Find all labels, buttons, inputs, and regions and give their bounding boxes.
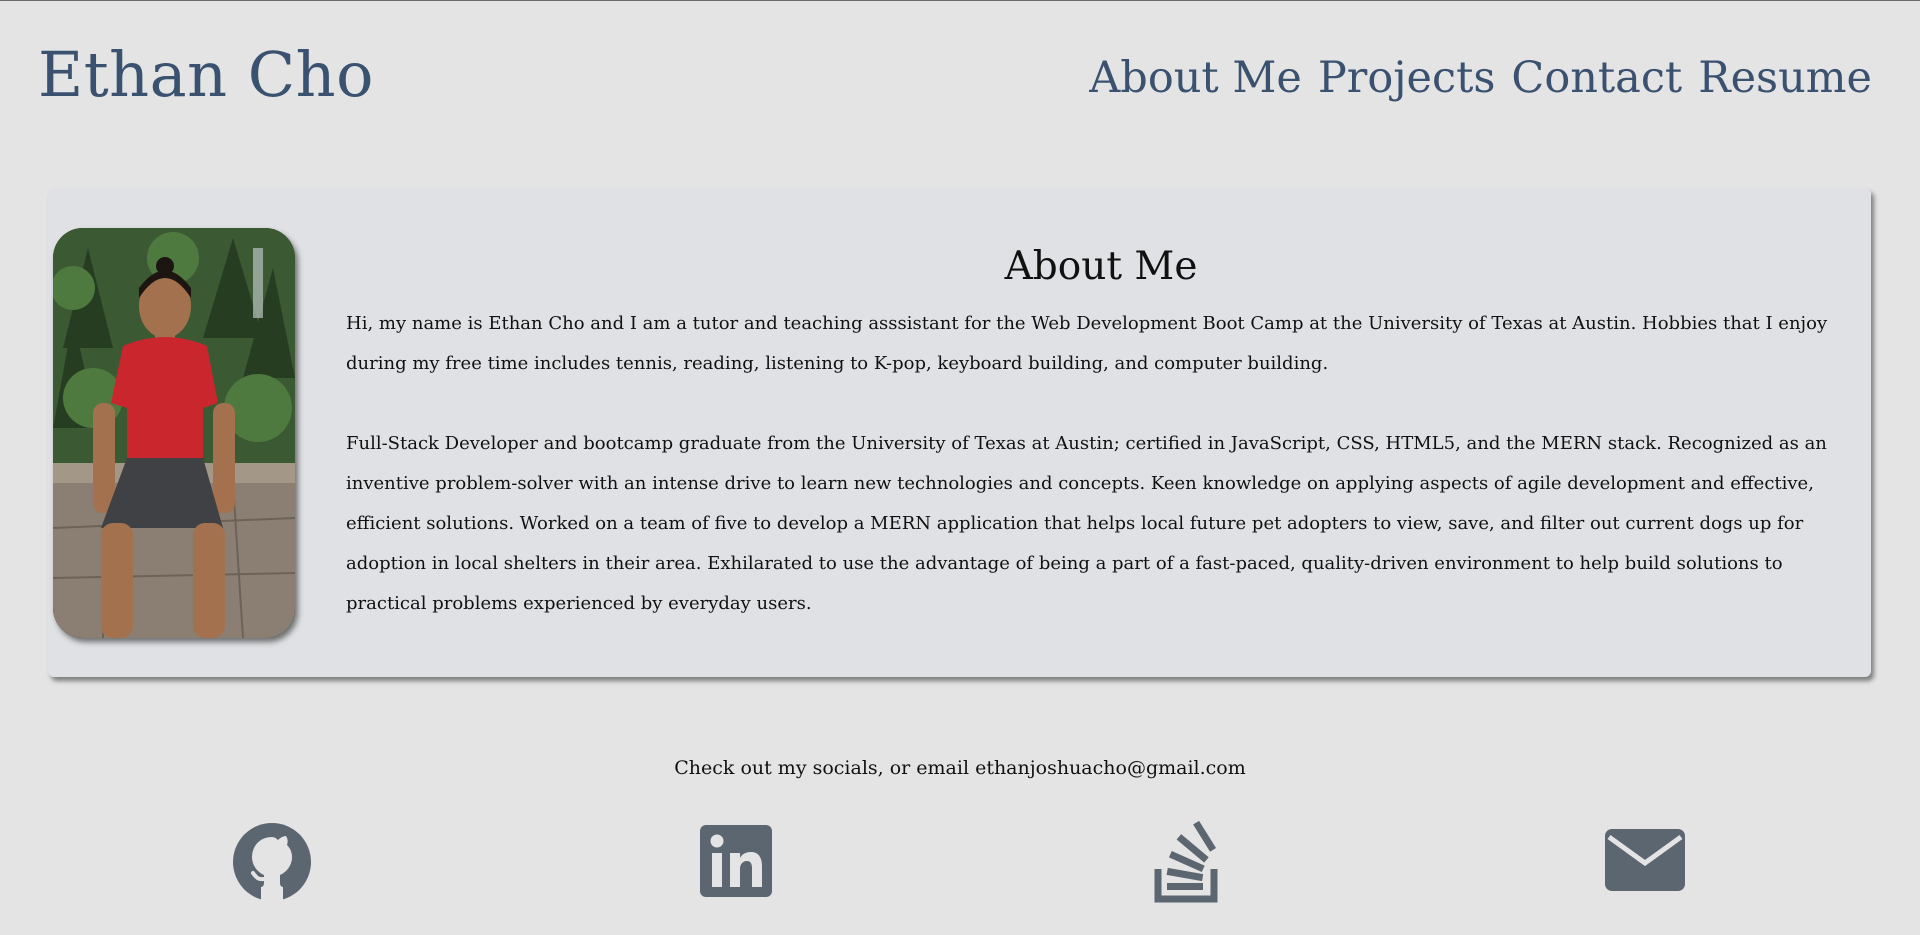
github-icon[interactable] <box>227 817 317 907</box>
nav-projects-link[interactable]: Projects <box>1318 51 1496 105</box>
envelope-icon[interactable] <box>1600 817 1690 907</box>
nav-resume-link[interactable]: Resume <box>1698 51 1872 105</box>
about-paragraph-intro: Hi, my name is Ethan Cho and I am a tuto… <box>346 313 1828 374</box>
nav-about-me-link[interactable]: About Me <box>1089 51 1302 105</box>
nav-contact-link[interactable]: Contact <box>1511 51 1682 105</box>
site-header: Ethan Cho About Me Projects Contact Resu… <box>0 1 1920 141</box>
linkedin-icon[interactable] <box>690 817 780 907</box>
socials-text: Check out my socials, or email ethanjosh… <box>674 757 1246 779</box>
site-name: Ethan Cho <box>38 38 374 111</box>
about-card: About Me Hi, my name is Ethan Cho and I … <box>48 188 1871 677</box>
about-heading: About Me <box>1004 244 1198 289</box>
about-content: About Me Hi, my name is Ethan Cho and I … <box>346 242 1856 624</box>
stackoverflow-icon[interactable] <box>1141 817 1231 907</box>
main-nav: About Me Projects Contact Resume <box>1089 51 1872 105</box>
profile-photo <box>53 228 295 638</box>
about-paragraph-bio: Full-Stack Developer and bootcamp gradua… <box>346 433 1827 614</box>
